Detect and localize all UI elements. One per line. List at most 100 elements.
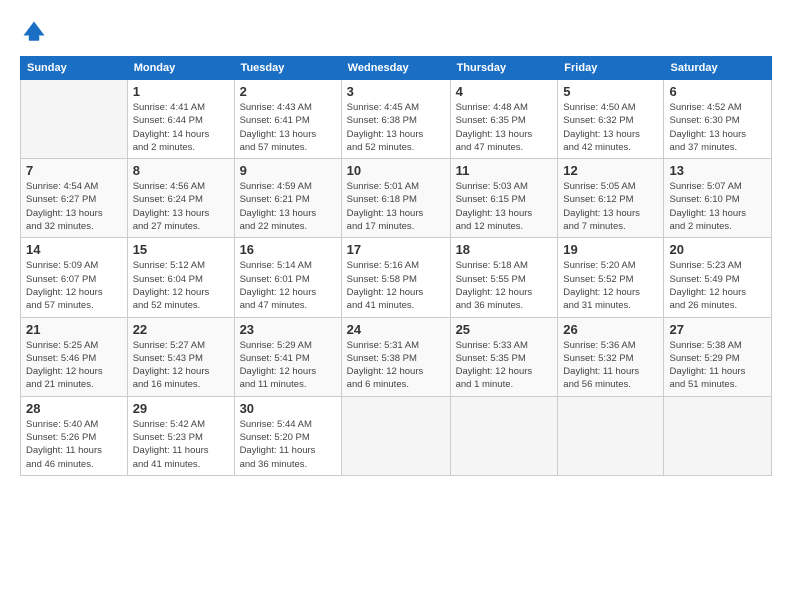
day-number: 11 [456,163,553,178]
day-info: Sunrise: 5:31 AM Sunset: 5:38 PM Dayligh… [347,339,445,392]
day-number: 1 [133,84,229,99]
day-number: 24 [347,322,445,337]
logo-icon [20,18,48,46]
day-info: Sunrise: 4:41 AM Sunset: 6:44 PM Dayligh… [133,101,229,154]
day-number: 12 [563,163,658,178]
day-cell: 28Sunrise: 5:40 AM Sunset: 5:26 PM Dayli… [21,396,128,475]
day-cell: 23 Sunrise: 5:29 AM Sunset: 5:41 PM Dayli… [234,317,341,396]
day-cell: 18 Sunrise: 5:18 AM Sunset: 5:55 PM Dayli… [450,238,558,317]
day-number: 20 [669,242,766,257]
day-cell: 9 Sunrise: 4:59 AM Sunset: 6:21 PM Daylig… [234,159,341,238]
weekday-header-friday: Friday [558,57,664,80]
day-cell [558,396,664,475]
day-info: Sunrise: 4:54 AM Sunset: 6:27 PM Dayligh… [26,180,122,233]
day-cell: 10 Sunrise: 5:01 AM Sunset: 6:18 PM Dayli… [341,159,450,238]
day-number: 27 [669,322,766,337]
weekday-header-row: SundayMondayTuesdayWednesdayThursdayFrid… [21,57,772,80]
day-number: 28 [26,401,122,416]
day-cell: 12 Sunrise: 5:05 AM Sunset: 6:12 PM Dayli… [558,159,664,238]
day-info: Sunrise: 4:48 AM Sunset: 6:35 PM Dayligh… [456,101,553,154]
day-info: Sunrise: 5:27 AM Sunset: 5:43 PM Dayligh… [133,339,229,392]
day-cell: 25 Sunrise: 5:33 AM Sunset: 5:35 PM Dayli… [450,317,558,396]
week-row-0: 1 Sunrise: 4:41 AM Sunset: 6:44 PM Daylig… [21,80,772,159]
day-info: Sunrise: 5:44 AM Sunset: 5:20 PM Dayligh… [240,418,336,471]
day-number: 8 [133,163,229,178]
day-info: Sunrise: 5:14 AM Sunset: 6:01 PM Dayligh… [240,259,336,312]
day-number: 30 [240,401,336,416]
day-number: 25 [456,322,553,337]
day-info: Sunrise: 5:18 AM Sunset: 5:55 PM Dayligh… [456,259,553,312]
day-number: 22 [133,322,229,337]
day-cell: 26Sunrise: 5:36 AM Sunset: 5:32 PM Dayli… [558,317,664,396]
day-info: Sunrise: 4:45 AM Sunset: 6:38 PM Dayligh… [347,101,445,154]
day-info: Sunrise: 5:09 AM Sunset: 6:07 PM Dayligh… [26,259,122,312]
day-cell: 14Sunrise: 5:09 AM Sunset: 6:07 PM Dayli… [21,238,128,317]
day-number: 23 [240,322,336,337]
day-cell: 5 Sunrise: 4:50 AM Sunset: 6:32 PM Daylig… [558,80,664,159]
day-number: 4 [456,84,553,99]
day-number: 16 [240,242,336,257]
day-info: Sunrise: 5:42 AM Sunset: 5:23 PM Dayligh… [133,418,229,471]
week-row-4: 28Sunrise: 5:40 AM Sunset: 5:26 PM Dayli… [21,396,772,475]
week-row-2: 14Sunrise: 5:09 AM Sunset: 6:07 PM Dayli… [21,238,772,317]
day-cell [450,396,558,475]
weekday-header-tuesday: Tuesday [234,57,341,80]
week-row-3: 21 Sunrise: 5:25 AM Sunset: 5:46 PM Dayli… [21,317,772,396]
day-cell: 13 Sunrise: 5:07 AM Sunset: 6:10 PM Dayli… [664,159,772,238]
day-number: 5 [563,84,658,99]
page: SundayMondayTuesdayWednesdayThursdayFrid… [0,0,792,612]
day-cell [21,80,128,159]
day-number: 17 [347,242,445,257]
weekday-header-thursday: Thursday [450,57,558,80]
day-cell [664,396,772,475]
day-number: 10 [347,163,445,178]
day-cell: 7 Sunrise: 4:54 AM Sunset: 6:27 PM Daylig… [21,159,128,238]
day-number: 19 [563,242,658,257]
day-info: Sunrise: 5:12 AM Sunset: 6:04 PM Dayligh… [133,259,229,312]
day-cell: 29 Sunrise: 5:42 AM Sunset: 5:23 PM Dayli… [127,396,234,475]
day-info: Sunrise: 5:01 AM Sunset: 6:18 PM Dayligh… [347,180,445,233]
day-number: 13 [669,163,766,178]
day-info: Sunrise: 4:50 AM Sunset: 6:32 PM Dayligh… [563,101,658,154]
day-number: 7 [26,163,122,178]
day-cell: 11 Sunrise: 5:03 AM Sunset: 6:15 PM Dayli… [450,159,558,238]
day-info: Sunrise: 5:23 AM Sunset: 5:49 PM Dayligh… [669,259,766,312]
weekday-header-monday: Monday [127,57,234,80]
day-info: Sunrise: 5:29 AM Sunset: 5:41 PM Dayligh… [240,339,336,392]
day-number: 9 [240,163,336,178]
day-cell: 8Sunrise: 4:56 AM Sunset: 6:24 PM Daylig… [127,159,234,238]
day-number: 29 [133,401,229,416]
day-cell: 4 Sunrise: 4:48 AM Sunset: 6:35 PM Daylig… [450,80,558,159]
day-number: 15 [133,242,229,257]
day-number: 18 [456,242,553,257]
day-info: Sunrise: 5:07 AM Sunset: 6:10 PM Dayligh… [669,180,766,233]
day-number: 2 [240,84,336,99]
day-cell: 24 Sunrise: 5:31 AM Sunset: 5:38 PM Dayli… [341,317,450,396]
day-info: Sunrise: 5:38 AM Sunset: 5:29 PM Dayligh… [669,339,766,392]
day-cell: 27 Sunrise: 5:38 AM Sunset: 5:29 PM Dayli… [664,317,772,396]
day-number: 3 [347,84,445,99]
day-cell: 2 Sunrise: 4:43 AM Sunset: 6:41 PM Daylig… [234,80,341,159]
day-number: 21 [26,322,122,337]
day-cell: 3 Sunrise: 4:45 AM Sunset: 6:38 PM Daylig… [341,80,450,159]
day-info: Sunrise: 5:03 AM Sunset: 6:15 PM Dayligh… [456,180,553,233]
day-cell: 15 Sunrise: 5:12 AM Sunset: 6:04 PM Dayli… [127,238,234,317]
day-cell: 1 Sunrise: 4:41 AM Sunset: 6:44 PM Daylig… [127,80,234,159]
day-info: Sunrise: 4:43 AM Sunset: 6:41 PM Dayligh… [240,101,336,154]
day-cell: 22 Sunrise: 5:27 AM Sunset: 5:43 PM Dayli… [127,317,234,396]
day-info: Sunrise: 4:52 AM Sunset: 6:30 PM Dayligh… [669,101,766,154]
weekday-header-saturday: Saturday [664,57,772,80]
day-info: Sunrise: 5:33 AM Sunset: 5:35 PM Dayligh… [456,339,553,392]
day-number: 26 [563,322,658,337]
logo [20,18,52,46]
day-cell: 19Sunrise: 5:20 AM Sunset: 5:52 PM Dayli… [558,238,664,317]
calendar: SundayMondayTuesdayWednesdayThursdayFrid… [20,56,772,476]
day-info: Sunrise: 5:25 AM Sunset: 5:46 PM Dayligh… [26,339,122,392]
day-cell: 20 Sunrise: 5:23 AM Sunset: 5:49 PM Dayli… [664,238,772,317]
day-info: Sunrise: 4:59 AM Sunset: 6:21 PM Dayligh… [240,180,336,233]
weekday-header-wednesday: Wednesday [341,57,450,80]
day-number: 6 [669,84,766,99]
day-cell: 16 Sunrise: 5:14 AM Sunset: 6:01 PM Dayli… [234,238,341,317]
day-info: Sunrise: 5:05 AM Sunset: 6:12 PM Dayligh… [563,180,658,233]
day-cell: 6 Sunrise: 4:52 AM Sunset: 6:30 PM Daylig… [664,80,772,159]
